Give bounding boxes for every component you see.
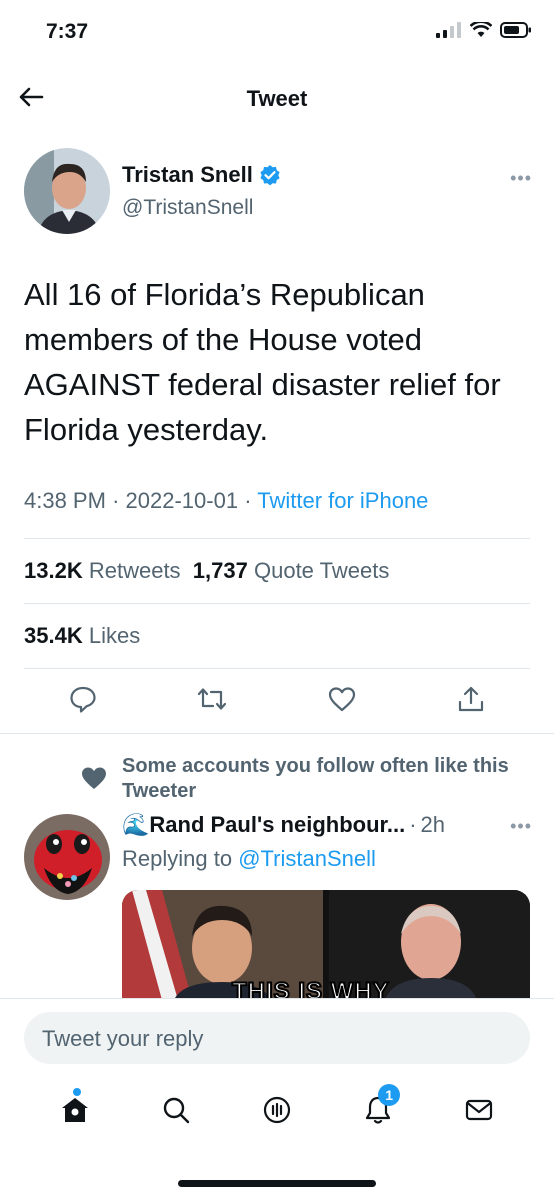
tweet-date: 2022-10-01	[125, 488, 239, 513]
meta-separator: ·	[112, 488, 120, 513]
tab-search[interactable]	[156, 1090, 196, 1130]
notifications-badge: 1	[378, 1084, 401, 1106]
status-time: 7:37	[46, 20, 89, 43]
reply-media[interactable]: THIS IS WHY	[122, 890, 530, 1000]
search-icon	[163, 1097, 189, 1124]
social-context: Some accounts you follow often like this…	[122, 755, 509, 802]
divider	[24, 603, 530, 604]
likes-stats[interactable]: 35.4K Likes	[24, 623, 140, 649]
media-caption: THIS IS WHY	[231, 977, 390, 1000]
more-icon[interactable]: •••	[510, 168, 532, 189]
spaces-icon	[263, 1096, 291, 1124]
replying-prefix: Replying to	[122, 846, 233, 871]
battery-icon	[500, 22, 531, 38]
tweet-text: All 16 of Florida’s Republican members o…	[24, 277, 501, 447]
retweet-icon[interactable]	[197, 684, 227, 714]
likes-label: Likes	[88, 623, 141, 648]
wifi-icon	[470, 22, 492, 37]
verified-badge-icon	[260, 165, 280, 186]
reply-author-avatar[interactable]	[24, 814, 110, 900]
tweet-source[interactable]: Twitter for iPhone	[257, 488, 428, 513]
retweets-label: Retweets	[88, 558, 181, 583]
tab-home[interactable]	[55, 1088, 95, 1130]
retweet-stats[interactable]: 13.2K Retweets 1,737 Quote Tweets	[24, 558, 389, 584]
divider	[24, 538, 530, 539]
home-unread-dot	[72, 1088, 81, 1096]
retweets-count: 13.2K	[24, 558, 83, 583]
signal-icon	[436, 22, 461, 38]
author-avatar[interactable]	[24, 148, 110, 234]
quote-label: Quote Tweets	[253, 558, 390, 583]
reply-more-icon[interactable]: •••	[510, 816, 532, 837]
reply-placeholder: Tweet your reply	[42, 1026, 204, 1051]
home-indicator	[178, 1180, 376, 1187]
status-icons	[436, 22, 532, 38]
heart-icon	[82, 767, 106, 789]
like-icon[interactable]	[327, 684, 357, 714]
page-title: Tweet	[246, 86, 308, 111]
reply-author-name[interactable]: 🌊Rand Paul's neighbour...	[122, 812, 405, 838]
tweet-actions	[24, 684, 530, 714]
reply-header[interactable]: 🌊Rand Paul's neighbour... · 2h	[122, 812, 445, 838]
tab-spaces[interactable]	[257, 1090, 297, 1130]
likes-count: 35.4K	[24, 623, 83, 648]
tab-notifications[interactable]: 1	[358, 1084, 401, 1130]
reply-icon[interactable]	[68, 684, 98, 714]
tab-bar: 1	[0, 1084, 554, 1130]
replying-to: Replying to @TristanSnell	[122, 846, 376, 872]
author-name-row[interactable]: Tristan Snell	[122, 162, 281, 188]
reply-age: 2h	[420, 812, 446, 837]
tweet-time: 4:38 PM	[24, 488, 106, 513]
tweet-meta: 4:38 PM · 2022-10-01 · Twitter for iPhon…	[24, 488, 428, 514]
meta-separator: ·	[244, 488, 252, 513]
share-icon[interactable]	[456, 684, 486, 714]
quote-count: 1,737	[192, 558, 248, 583]
messages-icon	[466, 1099, 493, 1121]
section-divider	[0, 733, 554, 734]
replying-handle[interactable]: @TristanSnell	[238, 846, 376, 871]
reply-separator: ·	[409, 812, 417, 837]
author-name[interactable]: Tristan Snell	[122, 162, 253, 188]
divider	[24, 668, 530, 669]
author-handle[interactable]: @TristanSnell	[122, 196, 253, 220]
home-icon	[61, 1098, 88, 1122]
tab-messages[interactable]	[459, 1090, 499, 1130]
